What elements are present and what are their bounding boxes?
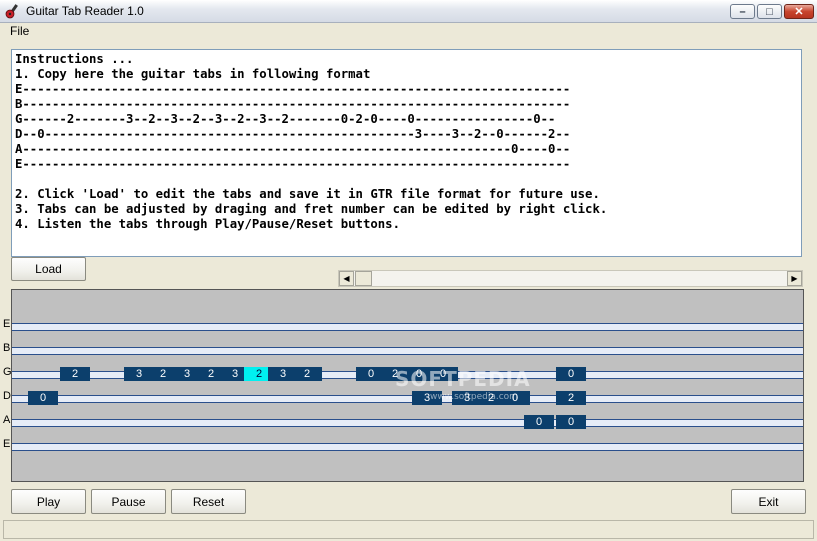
instruction-line: D--0------------------------------------… [15, 127, 571, 141]
load-button[interactable]: Load [11, 257, 86, 281]
tab-text-area[interactable]: Instructions ... 1. Copy here the guitar… [11, 49, 802, 257]
fret-note[interactable]: 0 [556, 415, 586, 429]
string-d-3 [12, 395, 803, 403]
close-button[interactable]: ✕ [784, 4, 814, 19]
fret-note[interactable]: 2 [60, 367, 90, 381]
title-bar: Guitar Tab Reader 1.0 – □ ✕ [0, 0, 817, 23]
pause-button[interactable]: Pause [91, 489, 166, 514]
scroll-thumb[interactable] [355, 271, 372, 286]
string-e-0 [12, 323, 803, 331]
instruction-line: A---------------------------------------… [15, 142, 571, 156]
instruction-line: 1. Copy here the guitar tabs in followin… [15, 67, 371, 81]
fret-note[interactable]: 0 [556, 367, 586, 381]
instruction-line: 3. Tabs can be adjusted by draging and f… [15, 202, 608, 216]
instruction-line: E---------------------------------------… [15, 157, 571, 171]
string-label: E [3, 438, 11, 450]
guitar-icon [5, 4, 18, 19]
instruction-line: 4. Listen the tabs through Play/Pause/Re… [15, 217, 400, 231]
window-title: Guitar Tab Reader 1.0 [26, 4, 144, 18]
fret-note[interactable]: 0 [524, 415, 554, 429]
string-label: E [3, 318, 11, 330]
status-bar [3, 520, 814, 539]
horizontal-scrollbar[interactable]: ◀ ▶ [338, 270, 803, 287]
watermark: SOFTPEDIA [395, 367, 531, 391]
scroll-left-icon[interactable]: ◀ [339, 271, 354, 286]
instruction-line: Instructions ... [15, 52, 134, 66]
instruction-line: 2. Click 'Load' to edit the tabs and sav… [15, 187, 600, 201]
instructions-text: Instructions ... 1. Copy here the guitar… [12, 50, 801, 234]
fret-note[interactable]: 2 [292, 367, 322, 381]
fret-note[interactable]: 2 [556, 391, 586, 405]
menu-bar: File [0, 23, 817, 39]
instruction-line: B---------------------------------------… [15, 97, 571, 111]
string-a-4 [12, 419, 803, 427]
play-button[interactable]: Play [11, 489, 86, 514]
watermark-sub: www.softpedia.com [430, 392, 518, 402]
string-label: D [3, 390, 11, 402]
string-label: B [3, 342, 11, 354]
instruction-line: E---------------------------------------… [15, 82, 571, 96]
instruction-line: G------2-------3--2--3--2--3--2--3--2---… [15, 112, 556, 126]
string-label: A [3, 414, 11, 426]
fret-note[interactable]: 0 [28, 391, 58, 405]
reset-button[interactable]: Reset [171, 489, 246, 514]
maximize-button[interactable]: □ [757, 4, 782, 19]
string-e-5 [12, 443, 803, 451]
menu-file[interactable]: File [10, 24, 29, 38]
string-label: G [3, 366, 12, 378]
exit-button[interactable]: Exit [731, 489, 806, 514]
minimize-button[interactable]: – [730, 4, 755, 19]
scroll-right-icon[interactable]: ▶ [787, 271, 802, 286]
string-b-1 [12, 347, 803, 355]
